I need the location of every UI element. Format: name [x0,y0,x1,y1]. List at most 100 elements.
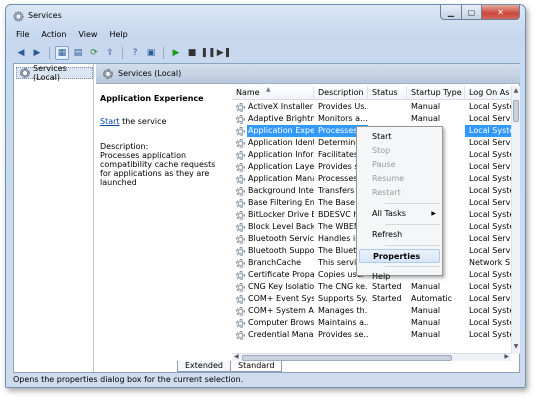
table-row[interactable]: ActiveX Installer (... Provides Us... Manu… [232,101,520,113]
pane-header-title: Services (Local) [118,69,182,78]
service-name: Bluetooth Support ... [248,246,314,255]
service-name: Adaptive Brightness [248,114,314,123]
cell-status: Started [372,294,402,303]
properties-icon[interactable]: ▣ [144,46,158,60]
view-tabs: Extended Standard [177,361,283,372]
service-name: Bluetooth Service [248,234,314,243]
start-icon[interactable]: ▶ [169,46,183,60]
cell-name: COM+ System Ap... [232,305,314,317]
back-icon[interactable]: ◀ [14,46,28,60]
scroll-left-icon[interactable]: ◀ [234,353,239,360]
title-bar[interactable]: Services ▁ ▢ ✕ [6,5,525,27]
minimize-icon: ▁ [447,7,455,17]
service-name: Computer Browser [248,318,314,327]
forward-icon[interactable]: ▶ [30,46,44,60]
restart-icon[interactable]: ▶❚ [217,46,231,60]
cell-name: CNG Key Isolation [232,281,314,293]
scroll-down-icon[interactable]: ▼ [512,343,520,353]
cell-name: ActiveX Installer (... [232,101,314,113]
maximize-icon: ▢ [467,7,476,17]
service-name: Background Intelli... [248,186,314,195]
cell-name: Application Mana... [232,173,314,185]
service-name: Credential Manager [248,330,314,339]
help-icon[interactable]: ? [128,46,142,60]
window-controls: ▁ ▢ ✕ [440,5,520,20]
start-service-link[interactable]: Start [100,117,120,126]
maximize-button[interactable]: ▢ [462,5,482,20]
service-gear-icon [236,330,245,340]
toolbar-separator [49,46,50,59]
service-gear-icon [236,234,245,244]
service-name: Base Filtering Engi... [248,198,314,207]
minimize-button[interactable]: ▁ [440,5,462,20]
vertical-scroll-thumb[interactable] [513,100,519,122]
service-gear-icon [236,186,245,196]
menu-view[interactable]: View [72,29,103,42]
menu-bar: File Action View Help [10,29,134,42]
vertical-scrollbar[interactable]: ▲ ▼ [511,86,520,354]
column-header-status[interactable]: Status [368,86,407,100]
cell-name: COM+ Event Syst... [232,293,314,305]
menu-help[interactable]: Help [103,29,133,42]
service-name: CNG Key Isolation [248,282,314,291]
service-gear-icon [236,198,245,208]
menu-file[interactable]: File [10,29,35,42]
horizontal-scrollbar[interactable]: ◀ ▶ [232,353,511,361]
refresh-icon[interactable]: ⟳ [87,46,101,60]
cell-startup-type: Manual [411,318,441,327]
cell-startup-type: Manual [411,330,441,339]
menu-item-restart: Restart [372,188,401,197]
service-gear-icon [236,246,245,256]
menu-item-all-tasks[interactable]: All Tasks ▶ [357,207,442,221]
service-name: Application Infor... [248,150,314,159]
export-icon[interactable]: ⇪ [103,46,117,60]
scroll-right-icon[interactable]: ▶ [504,353,509,360]
show-hide-icon[interactable]: ▤ [71,46,85,60]
menu-item-properties[interactable]: Properties [359,249,440,263]
status-bar: Opens the properties dialog box for the … [13,375,244,384]
cell-name: BranchCache [232,257,314,269]
column-header-name[interactable]: ▲ Name [232,86,314,100]
tab-standard[interactable]: Standard [230,361,283,372]
service-gear-icon [236,270,245,280]
table-row[interactable]: Adaptive BrightnessMonitors a...ManualLo… [232,113,520,125]
start-link-suffix: the service [119,117,167,126]
start-link-row: Start the service [100,117,225,126]
service-gear-icon [236,162,245,172]
cell-status [368,113,407,125]
menu-item-help[interactable]: Help [357,270,442,284]
tab-extended[interactable]: Extended [177,361,231,372]
cell-startup-type: Manual [411,102,441,111]
column-headers: ▲ Name Description Status Startup Type L… [232,86,520,100]
menu-separator [385,266,440,267]
scroll-up-icon[interactable]: ▲ [512,87,520,97]
table-row[interactable]: Credential ManagerProvides se...ManualLo… [232,329,520,341]
table-row[interactable]: Computer BrowserMaintains a...ManualLoca… [232,317,520,329]
table-row[interactable]: COM+ Event Syst... Supports Sy... Started A… [232,293,520,305]
menu-action[interactable]: Action [35,29,72,42]
menu-separator [385,224,440,225]
stop-icon[interactable]: ■ [185,46,199,60]
description-text: Processes application compatibility cach… [100,151,216,187]
service-gear-icon [236,282,245,292]
console-tree-icon[interactable]: ▦ [55,45,69,60]
menu-item-start[interactable]: Start [357,130,442,144]
service-gear-icon [236,222,245,232]
service-gear-icon [236,102,245,112]
cell-name: Certificate Propag... [232,269,314,281]
table-row[interactable]: COM+ System Ap...Manages th...ManualLoca… [232,305,520,317]
column-header-description[interactable]: Description [314,86,368,100]
tree-item-services-local[interactable]: Services (Local) [16,64,93,82]
pause-icon[interactable]: ❚❚ [200,46,215,60]
service-gear-icon [236,138,245,148]
menu-item-refresh[interactable]: Refresh [357,228,442,242]
cell-name: Background Intelli... [232,185,314,197]
window-title: Services [28,11,62,20]
cell-name: Application Layer ... [232,161,314,173]
cell-name: Application Infor... [232,149,314,161]
close-button[interactable]: ✕ [482,5,520,20]
service-name: COM+ Event Syst... [248,294,314,303]
services-window: Services ▁ ▢ ✕ File Action View Help ◀ ▶… [5,4,526,388]
menu-item-label: All Tasks [372,209,406,218]
column-header-startup-type[interactable]: Startup Type [407,86,465,100]
